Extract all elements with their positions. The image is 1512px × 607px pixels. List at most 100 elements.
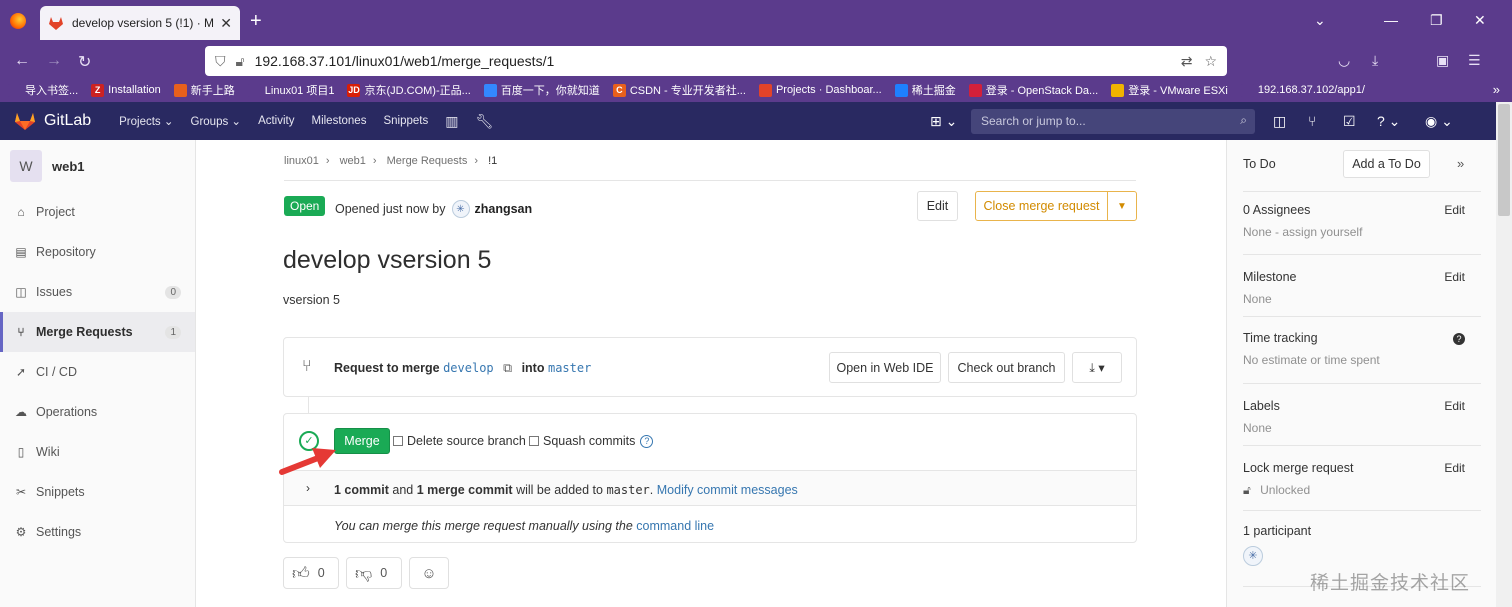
issues-header-icon[interactable]: ◫	[1273, 113, 1286, 130]
nav-groups[interactable]: Groups ⌄	[191, 114, 242, 128]
wrench-icon[interactable]: 🔧︎	[475, 113, 493, 130]
bookmark-item[interactable]: 192.168.37.102/app1/	[1240, 83, 1365, 97]
squash-commits-checkbox[interactable]: Squash commits ?	[529, 434, 654, 448]
back-icon[interactable]: ←	[14, 52, 30, 70]
edit-button[interactable]: Edit	[917, 191, 958, 221]
reload-icon[interactable]: ↻	[78, 52, 91, 72]
milestone-edit-link[interactable]: Edit	[1444, 270, 1465, 284]
minimize-icon[interactable]: —	[1384, 12, 1398, 28]
todos-header-icon[interactable]: ☑	[1343, 113, 1356, 130]
bookmark-item[interactable]: 稀土掘金	[894, 82, 956, 98]
bookmark-item[interactable]: C CSDN - 专业开发者社...	[612, 82, 746, 98]
bookmark-item[interactable]: 新手上路	[173, 82, 235, 98]
checkbox-icon[interactable]	[529, 436, 539, 446]
nav-activity[interactable]: Activity	[258, 115, 294, 127]
copy-branch-icon[interactable]: ⧉	[503, 361, 512, 375]
modify-commit-messages-link[interactable]: Modify commit messages	[657, 483, 798, 497]
assign-yourself-link[interactable]: assign yourself	[1282, 225, 1362, 239]
tracking-shield-icon[interactable]: ⛉	[215, 53, 226, 70]
sidebar-item-settings[interactable]: ⚙ Settings	[0, 512, 195, 552]
new-item-icon[interactable]: ⊞ ⌄	[930, 113, 957, 130]
sidebar-item-snippets[interactable]: ✂ Snippets	[0, 472, 195, 512]
close-merge-request-button[interactable]: Close merge request	[975, 191, 1108, 221]
download-dropdown-button[interactable]: ⤓ ▾	[1072, 352, 1122, 383]
nav-projects[interactable]: Projects ⌄	[119, 114, 173, 128]
sidebar-item-issues[interactable]: ◫ Issues 0	[0, 272, 195, 312]
participant-avatar[interactable]: ✳	[1243, 546, 1263, 566]
sidebar-item-repository[interactable]: ▤ Repository	[0, 232, 195, 272]
bookmark-label: Installation	[108, 84, 161, 96]
nav-milestones[interactable]: Milestones	[311, 115, 366, 127]
bookmark-item[interactable]: JD 京东(JD.COM)-正品...	[347, 82, 471, 98]
bookmarks-overflow-icon[interactable]: »	[1493, 82, 1500, 97]
close-window-icon[interactable]: ✕	[1474, 12, 1486, 29]
help-icon[interactable]: ?	[640, 434, 654, 448]
labels-edit-link[interactable]: Edit	[1444, 399, 1465, 413]
new-tab-icon[interactable]: +	[250, 10, 262, 33]
breadcrumb-merge-requests[interactable]: Merge Requests	[387, 155, 468, 167]
extension-icon[interactable]: ▣	[1436, 52, 1449, 69]
gitlab-header: GitLab Projects ⌄ Groups ⌄ Activity Mile…	[0, 102, 1496, 140]
open-web-ide-button[interactable]: Open in Web IDE	[829, 352, 941, 383]
translate-icon[interactable]: ⇄	[1181, 53, 1193, 70]
bookmark-item[interactable]: 导入书签...	[8, 82, 78, 98]
firefox-icon[interactable]	[10, 13, 26, 29]
chart-icon[interactable]: ▥	[445, 113, 458, 130]
bookmark-item[interactable]: Z Installation	[91, 83, 161, 97]
address-bar[interactable]: ⛉ 🔓︎ 192.168.37.101/linux01/web1/merge_r…	[205, 46, 1227, 76]
breadcrumb-project[interactable]: web1	[340, 155, 366, 167]
breadcrumb-mr-id[interactable]: !1	[488, 155, 497, 167]
gitlab-logo[interactable]: GitLab	[14, 111, 91, 131]
command-line-link[interactable]: command line	[636, 519, 714, 533]
maximize-icon[interactable]: ❐	[1430, 12, 1443, 29]
help-icon[interactable]: ? ⌄	[1377, 113, 1400, 130]
pocket-icon[interactable]: ◡	[1338, 52, 1350, 69]
user-avatar-icon[interactable]: ◉ ⌄	[1425, 113, 1453, 130]
sidebar-item-wiki[interactable]: ▯ Wiki	[0, 432, 195, 472]
delete-source-branch-checkbox[interactable]: Delete source branch	[393, 434, 526, 448]
url-text[interactable]: 192.168.37.101/linux01/web1/merge_reques…	[255, 53, 1169, 69]
add-reaction-button[interactable]: ☺	[409, 557, 449, 589]
sidebar-item-operations[interactable]: ☁ Operations	[0, 392, 195, 432]
time-tracking-help-icon[interactable]: ?	[1453, 333, 1465, 345]
collapse-sidebar-icon[interactable]: »	[1457, 156, 1464, 171]
author-name[interactable]: zhangsan	[475, 202, 533, 216]
forward-icon[interactable]: →	[46, 52, 62, 70]
insecure-lock-icon[interactable]: 🔓︎	[236, 53, 245, 70]
check-out-branch-button[interactable]: Check out branch	[948, 352, 1065, 383]
sidebar-item-ci-cd[interactable]: ➚ CI / CD	[0, 352, 195, 392]
bookmark-star-icon[interactable]: ☆	[1204, 53, 1217, 70]
download-icon[interactable]: ⤓	[1372, 52, 1378, 69]
merge-requests-header-icon[interactable]: ⑂	[1308, 113, 1316, 129]
sidebar-item-project[interactable]: ⌂ Project	[0, 192, 195, 232]
sidebar-item-merge-requests[interactable]: ⑂ Merge Requests 1	[0, 312, 195, 352]
tab-list-icon[interactable]: ⌄	[1314, 12, 1326, 29]
source-branch[interactable]: develop	[443, 361, 494, 375]
commit-summary-row[interactable]: › 1 commit and 1 merge commit will be ad…	[284, 470, 1136, 506]
search-input[interactable]: Search or jump to... ⌕	[971, 109, 1255, 134]
breadcrumb-group[interactable]: linux01	[284, 155, 319, 167]
checkbox-icon[interactable]	[393, 436, 403, 446]
add-todo-button[interactable]: Add a To Do	[1343, 150, 1430, 178]
bookmark-item[interactable]: 登录 - VMware ESXi	[1111, 82, 1228, 98]
bookmark-item[interactable]: 登录 - OpenStack Da...	[968, 82, 1098, 98]
menu-icon[interactable]: ☰	[1468, 52, 1481, 69]
sidebar-item-label: Merge Requests	[36, 325, 133, 339]
thumbs-down-button[interactable]: 👎︎ 0	[346, 557, 402, 589]
nav-snippets[interactable]: Snippets	[383, 115, 428, 127]
bookmark-item[interactable]: Projects · Dashboar...	[758, 83, 882, 97]
bookmark-label: 京东(JD.COM)-正品...	[364, 85, 471, 97]
thumbs-up-button[interactable]: 👍︎ 0	[283, 557, 339, 589]
browser-tab[interactable]: develop vsersion 5 (!1) · Merge ✕	[40, 6, 240, 40]
project-header[interactable]: W web1	[0, 140, 195, 192]
author-avatar[interactable]: ✳	[451, 200, 470, 218]
target-branch[interactable]: master	[548, 361, 591, 375]
scrollbar-thumb[interactable]	[1498, 104, 1510, 216]
bookmark-item[interactable]: Linux01 项目1	[247, 82, 334, 98]
close-dropdown-button[interactable]: ▼	[1107, 191, 1137, 221]
assignees-edit-link[interactable]: Edit	[1444, 203, 1465, 217]
tab-close-icon[interactable]: ✕	[220, 15, 232, 32]
chevron-right-icon[interactable]: ›	[306, 481, 310, 495]
lock-edit-link[interactable]: Edit	[1444, 461, 1465, 475]
bookmark-item[interactable]: 百度一下，你就知道	[483, 82, 600, 98]
